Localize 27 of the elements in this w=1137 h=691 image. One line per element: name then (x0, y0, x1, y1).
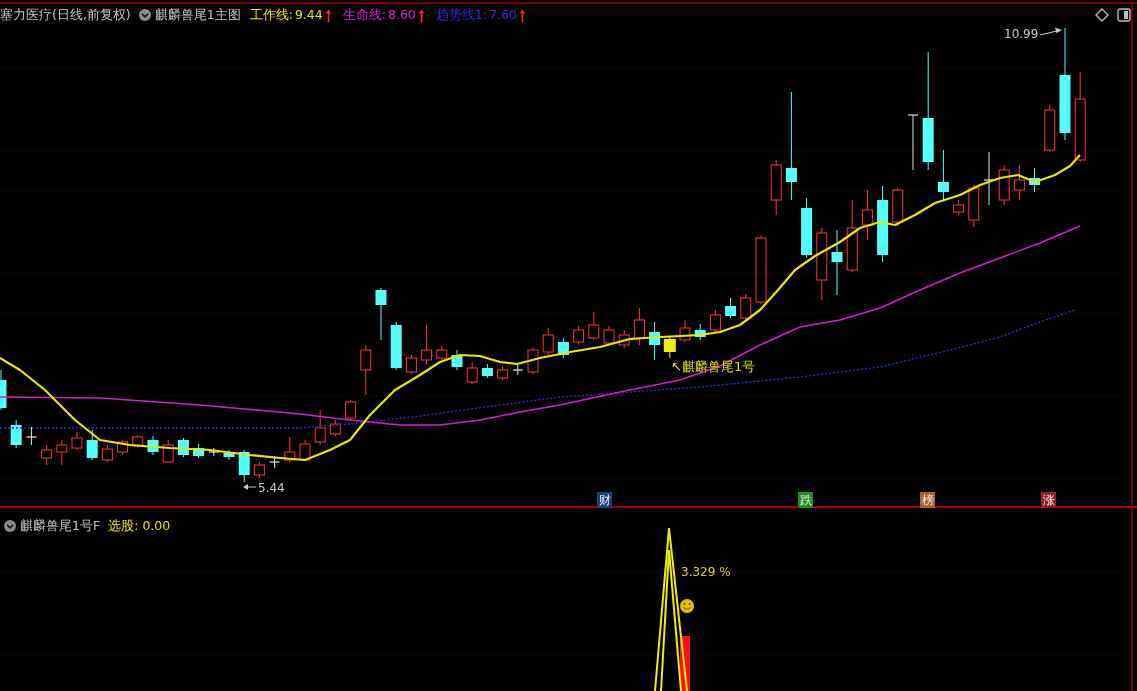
dropdown-icon[interactable] (138, 9, 151, 21)
reading-label: 选股: (108, 517, 139, 535)
event-tag[interactable]: 榜 (920, 492, 935, 508)
reading-value: 0.00 (142, 517, 171, 535)
indicator-value: 7.60 (489, 6, 517, 24)
leader-arrow (1039, 27, 1062, 36)
event-tag[interactable]: 财 (597, 492, 612, 508)
signal-bar (680, 636, 690, 691)
indicator-label: 趋势线1: (435, 6, 487, 24)
low-price-label: 5.44 (258, 481, 285, 495)
panel-layout-icon[interactable] (1117, 8, 1131, 22)
event-tag[interactable]: 涨 (1041, 492, 1056, 508)
leader-arrow (243, 484, 257, 490)
diamond-icon[interactable] (1095, 8, 1109, 22)
security-title: 塞力医疗(日线,前复权) (0, 6, 131, 24)
indicator-value: 9.44 (294, 6, 323, 24)
indicator-title: 麒麟兽尾1号F (20, 517, 101, 535)
indicator-label: 生命线: (342, 6, 386, 24)
template-name[interactable]: 麒麟兽尾1主图 (154, 5, 241, 25)
high-price-label: 10.99 (1004, 27, 1039, 41)
indicator-label: 工作线: (249, 6, 293, 24)
signal-candle (663, 335, 676, 359)
peak-value-label: 3.329 % (681, 565, 731, 579)
event-tag[interactable]: 跌 (798, 492, 813, 508)
smiley-icon (680, 599, 694, 613)
dropdown-icon[interactable] (4, 520, 16, 532)
indicator-value: 8.60 (387, 6, 416, 24)
